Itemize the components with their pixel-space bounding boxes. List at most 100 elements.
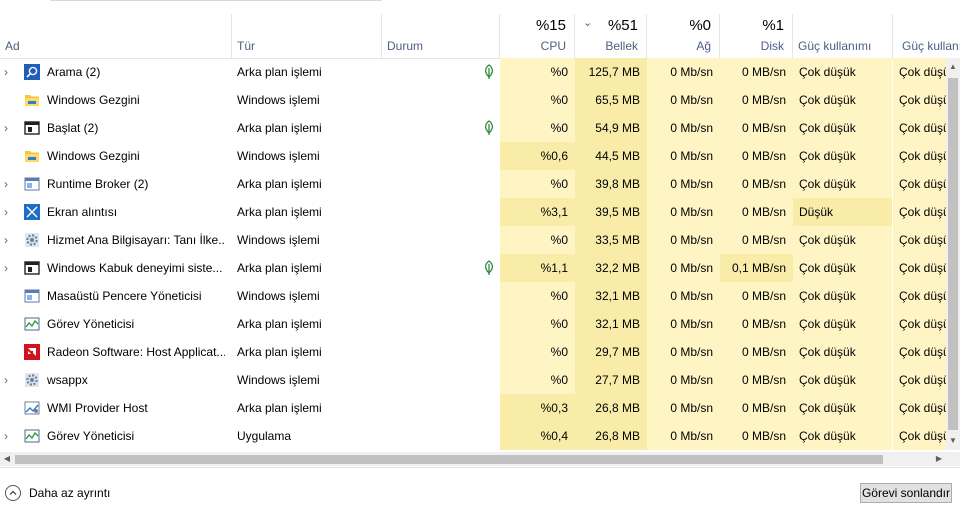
chevron-right-icon[interactable]: ›: [4, 366, 14, 394]
process-row[interactable]: › wsappx Windows işlemi %0 27,7 MB 0 Mb/sn 0 M…: [0, 366, 946, 394]
process-type: Arka plan işlemi: [237, 345, 322, 359]
column-header-name[interactable]: Ad: [0, 14, 232, 58]
process-name: Görev Yöneticisi: [47, 317, 135, 331]
column-header-name-label: Ad: [5, 39, 20, 53]
snip-icon: [24, 204, 40, 220]
column-header-power-label: Güç kullanımı: [798, 39, 872, 53]
process-row[interactable]: › Runtime Broker (2) Arka plan işlemi %0 39,…: [0, 170, 946, 198]
fewer-details-button[interactable]: Daha az ayrıntı: [5, 484, 110, 502]
process-type: Windows işlemi: [237, 149, 320, 163]
power-trend-value: Çok düşük: [893, 142, 946, 170]
column-header-disk-label: Disk: [760, 39, 784, 53]
process-type: Arka plan işlemi: [237, 317, 322, 331]
power-trend-value: Çok düşük: [893, 310, 946, 338]
top-tab-strip: [0, 0, 960, 14]
process-row[interactable]: › Hizmet Ana Bilgisayarı: Tanı İlke... Win…: [0, 226, 946, 254]
chevron-right-icon[interactable]: ›: [4, 114, 14, 142]
disk-value: 0 MB/sn: [720, 310, 793, 338]
network-value: 0 Mb/sn: [647, 282, 720, 310]
process-name: wsappx: [47, 373, 88, 387]
power-trend-value: Çok düşük: [893, 338, 946, 366]
horizontal-scrollbar-thumb[interactable]: [15, 455, 883, 464]
column-header-cpu[interactable]: %15 CPU: [500, 14, 575, 58]
process-row[interactable]: Görev Yöneticisi Arka plan işlemi %0 32,1 M…: [0, 310, 946, 338]
disk-total-percent: %1: [762, 17, 784, 34]
memory-total-percent: %51: [607, 17, 638, 34]
chevron-right-icon[interactable]: ›: [4, 198, 14, 226]
column-header-memory[interactable]: ⌄ %51 Bellek: [575, 14, 647, 58]
power-trend-value: Çok düşük: [893, 86, 946, 114]
column-header-disk[interactable]: %1 Disk: [720, 14, 793, 58]
scroll-up-icon[interactable]: ▲: [946, 60, 960, 74]
process-name: Windows Gezgini: [47, 93, 140, 107]
memory-value: 39,5 MB: [575, 198, 647, 226]
power-usage-value: Çok düşük: [793, 58, 892, 86]
process-name: Runtime Broker (2): [47, 177, 149, 191]
disk-value: 0 MB/sn: [720, 58, 793, 86]
process-row[interactable]: WMI Provider Host Arka plan işlemi %0,3 26,…: [0, 394, 946, 422]
process-list: › Arama (2) Arka plan işlemi %0 125,7 MB 0 Mb…: [0, 58, 946, 450]
power-trend-value: Çok düşük: [893, 254, 946, 282]
app-icon: [24, 176, 40, 192]
process-row[interactable]: › Windows Kabuk deneyimi siste... Arka pla…: [0, 254, 946, 282]
network-value: 0 Mb/sn: [647, 338, 720, 366]
network-value: 0 Mb/sn: [647, 58, 720, 86]
disk-value: 0 MB/sn: [720, 394, 793, 422]
power-usage-value: Çok düşük: [793, 86, 892, 114]
cpu-value: %0,4: [500, 422, 575, 450]
search-icon: [24, 64, 40, 80]
network-value: 0 Mb/sn: [647, 254, 720, 282]
chevron-right-icon[interactable]: ›: [4, 422, 14, 450]
column-header-type[interactable]: Tür: [232, 14, 382, 58]
horizontal-scrollbar[interactable]: ◀ ▶: [0, 452, 946, 466]
process-row[interactable]: › Görev Yöneticisi Uygulama %0,4 26,8 MB 0 Mb…: [0, 422, 946, 450]
gear-icon: [24, 232, 40, 248]
network-value: 0 Mb/sn: [647, 86, 720, 114]
vertical-scrollbar[interactable]: ▲ ▼: [946, 58, 960, 450]
disk-value: 0 MB/sn: [720, 338, 793, 366]
network-value: 0 Mb/sn: [647, 142, 720, 170]
gear-icon: [24, 372, 40, 388]
column-header-power-trend-label: Güç kullanı: [902, 39, 960, 53]
column-header-power[interactable]: Güç kullanımı: [793, 14, 893, 58]
column-header-network[interactable]: %0 Ağ: [647, 14, 720, 58]
process-row[interactable]: Windows Gezgini Windows işlemi %0 65,5 MB 0 …: [0, 86, 946, 114]
disk-value: 0 MB/sn: [720, 142, 793, 170]
process-name: Radeon Software: Host Applicat...: [47, 345, 225, 359]
process-row[interactable]: Masaüstü Pencere Yöneticisi Windows işlem…: [0, 282, 946, 310]
end-task-button[interactable]: Görevi sonlandır: [860, 483, 952, 503]
power-usage-value: Çok düşük: [793, 114, 892, 142]
power-usage-value: Çok düşük: [793, 394, 892, 422]
process-row[interactable]: › Arama (2) Arka plan işlemi %0 125,7 MB 0 Mb…: [0, 58, 946, 86]
power-trend-value: Çok düşük: [893, 226, 946, 254]
chevron-right-icon[interactable]: ›: [4, 170, 14, 198]
disk-value: 0,1 MB/sn: [720, 254, 793, 282]
process-row[interactable]: › Ekran alıntısı Arka plan işlemi %3,1 39,5 …: [0, 198, 946, 226]
power-trend-value: Çok düşük: [893, 198, 946, 226]
process-row[interactable]: › Başlat (2) Arka plan işlemi %0 54,9 MB 0 Mb…: [0, 114, 946, 142]
vertical-scrollbar-thumb[interactable]: [948, 78, 958, 430]
chevron-right-icon[interactable]: ›: [4, 58, 14, 86]
process-name: Masaüstü Pencere Yöneticisi: [47, 289, 202, 303]
network-value: 0 Mb/sn: [647, 198, 720, 226]
cpu-value: %0: [500, 310, 575, 338]
window-icon: [24, 260, 40, 276]
scroll-down-icon[interactable]: ▼: [946, 434, 960, 448]
chevron-right-icon[interactable]: ›: [4, 254, 14, 282]
power-trend-value: Çok düşük: [893, 114, 946, 142]
disk-value: 0 MB/sn: [720, 198, 793, 226]
network-value: 0 Mb/sn: [647, 226, 720, 254]
process-name: Arama (2): [47, 65, 101, 79]
disk-value: 0 MB/sn: [720, 366, 793, 394]
process-row[interactable]: Radeon Software: Host Applicat... Arka pl…: [0, 338, 946, 366]
cpu-value: %0: [500, 226, 575, 254]
column-header-status[interactable]: Durum: [382, 14, 500, 58]
column-header-power-trend[interactable]: Güç kullanı: [893, 14, 960, 58]
chevron-right-icon[interactable]: ›: [4, 226, 14, 254]
scroll-right-icon[interactable]: ▶: [932, 452, 946, 466]
footer-bar: Daha az ayrıntı Görevi sonlandır: [0, 467, 960, 516]
power-trend-value: Çok düşük: [893, 366, 946, 394]
power-usage-value: Çok düşük: [793, 254, 892, 282]
process-row[interactable]: Windows Gezgini Windows işlemi %0,6 44,5 MB…: [0, 142, 946, 170]
scroll-left-icon[interactable]: ◀: [0, 452, 14, 466]
